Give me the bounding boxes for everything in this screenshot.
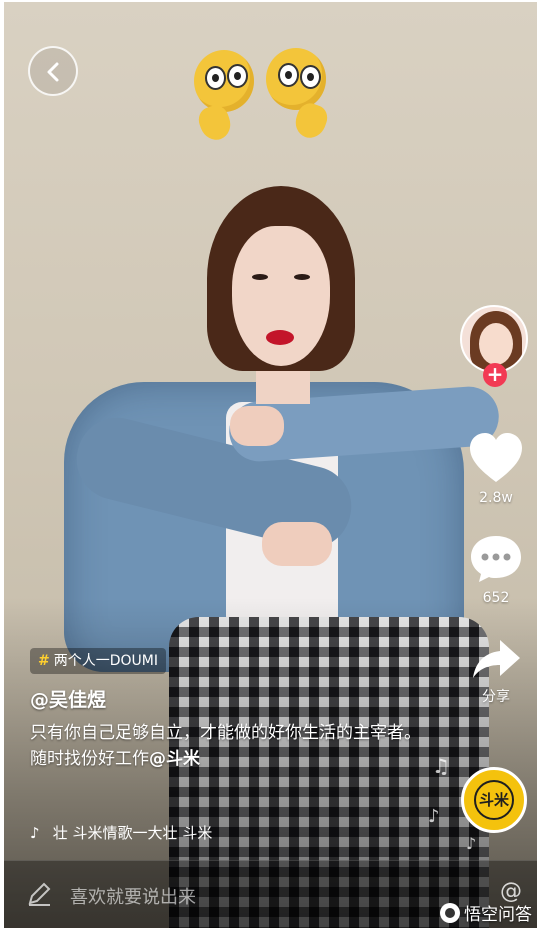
music-note-icon: ♪ bbox=[466, 834, 477, 853]
comment-button[interactable]: 652 bbox=[461, 534, 531, 606]
author-avatar-group[interactable]: + bbox=[460, 305, 532, 387]
comment-input[interactable]: 喜欢就要说出来 bbox=[70, 883, 196, 909]
music-note-icon: ♪ bbox=[428, 806, 440, 827]
caption-mention[interactable]: @斗米 bbox=[149, 749, 200, 769]
share-button[interactable]: 分享 bbox=[461, 638, 531, 706]
back-button[interactable] bbox=[28, 46, 78, 96]
video-caption: 只有你自己足够自立，才能做的好你生活的主宰者。随时找份好工作@斗米 bbox=[30, 720, 430, 772]
fist-top bbox=[230, 406, 284, 446]
watermark-text: 悟空问答 bbox=[464, 905, 532, 925]
hashtag-chip[interactable]: # 两个人一DOUMI bbox=[30, 648, 166, 674]
music-marquee[interactable]: ♪ 壮 斗米情歌一大壮 斗米 bbox=[30, 822, 310, 843]
music-title: 壮 斗米情歌一大壮 斗米 bbox=[52, 824, 213, 842]
back-arrow-icon bbox=[47, 62, 59, 82]
watermark: 悟空问答 bbox=[440, 900, 532, 925]
video-screen[interactable]: + 2.8w 652 分享 ♫ ♪ ♪ 斗米 # 两个人一DOUMI @吴佳煜 只… bbox=[4, 2, 537, 928]
music-disc[interactable]: 斗米 bbox=[461, 767, 527, 833]
pen-icon bbox=[28, 882, 51, 906]
face bbox=[232, 226, 330, 366]
fist-bottom bbox=[262, 522, 332, 566]
hashtag-text: 两个人一DOUMI bbox=[53, 653, 158, 669]
follow-button[interactable]: + bbox=[483, 363, 507, 387]
share-label: 分享 bbox=[482, 689, 510, 705]
comment-count: 652 bbox=[482, 590, 510, 606]
music-note-icon: ♪ bbox=[30, 824, 40, 842]
author-name[interactable]: @吴佳煜 bbox=[30, 685, 106, 712]
like-button[interactable]: 2.8w bbox=[461, 432, 531, 506]
watermark-logo-icon bbox=[440, 903, 460, 923]
music-note-icon: ♫ bbox=[432, 754, 450, 778]
comment-icon bbox=[471, 536, 521, 582]
music-disc-label: 斗米 bbox=[474, 780, 514, 820]
like-count: 2.8w bbox=[479, 490, 513, 506]
caption-text: 只有你自己足够自立，才能做的好你生活的主宰者。随时找份好工作 bbox=[30, 723, 421, 769]
share-arrow-icon bbox=[473, 640, 520, 678]
heart-icon bbox=[470, 433, 522, 482]
hashtag-icon: # bbox=[38, 653, 50, 669]
